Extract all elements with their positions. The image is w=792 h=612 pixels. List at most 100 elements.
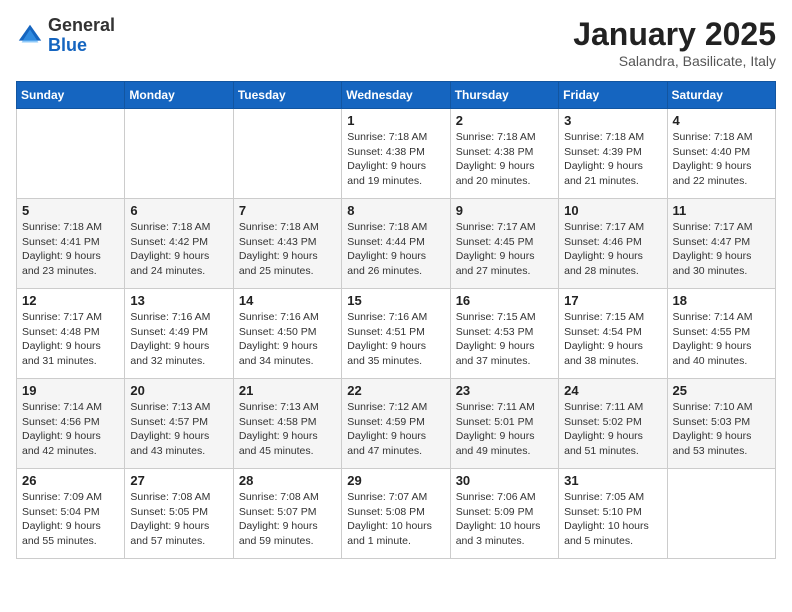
day-number: 15 — [347, 293, 444, 308]
day-info: Sunrise: 7:16 AM Sunset: 4:50 PM Dayligh… — [239, 310, 336, 369]
day-number: 27 — [130, 473, 227, 488]
calendar-cell: 10 Sunrise: 7:17 AM Sunset: 4:46 PM Dayli… — [559, 199, 667, 289]
calendar-cell: 6 Sunrise: 7:18 AM Sunset: 4:42 PM Daylig… — [125, 199, 233, 289]
day-info: Sunrise: 7:17 AM Sunset: 4:45 PM Dayligh… — [456, 220, 553, 279]
day-info: Sunrise: 7:18 AM Sunset: 4:40 PM Dayligh… — [673, 130, 770, 189]
calendar-cell: 30Sunrise: 7:06 AM Sunset: 5:09 PM Dayli… — [450, 469, 558, 559]
day-info: Sunrise: 7:14 AM Sunset: 4:55 PM Dayligh… — [673, 310, 770, 369]
day-of-week-header: Wednesday — [342, 82, 450, 109]
day-of-week-header: Saturday — [667, 82, 775, 109]
day-info: Sunrise: 7:09 AM Sunset: 5:04 PM Dayligh… — [22, 490, 119, 549]
calendar-table: SundayMondayTuesdayWednesdayThursdayFrid… — [16, 81, 776, 559]
day-info: Sunrise: 7:16 AM Sunset: 4:51 PM Dayligh… — [347, 310, 444, 369]
day-number: 10 — [564, 203, 661, 218]
day-number: 21 — [239, 383, 336, 398]
calendar-cell: 15 Sunrise: 7:16 AM Sunset: 4:51 PM Dayli… — [342, 289, 450, 379]
day-info: Sunrise: 7:07 AM Sunset: 5:08 PM Dayligh… — [347, 490, 444, 549]
day-number: 23 — [456, 383, 553, 398]
day-info: Sunrise: 7:11 AM Sunset: 5:01 PM Dayligh… — [456, 400, 553, 459]
calendar-cell: 25 Sunrise: 7:10 AM Sunset: 5:03 PM Dayli… — [667, 379, 775, 469]
day-number: 13 — [130, 293, 227, 308]
day-info: Sunrise: 7:08 AM Sunset: 5:07 PM Dayligh… — [239, 490, 336, 549]
day-info: Sunrise: 7:13 AM Sunset: 4:57 PM Dayligh… — [130, 400, 227, 459]
day-info: Sunrise: 7:08 AM Sunset: 5:05 PM Dayligh… — [130, 490, 227, 549]
day-number: 29 — [347, 473, 444, 488]
calendar-cell: 9 Sunrise: 7:17 AM Sunset: 4:45 PM Daylig… — [450, 199, 558, 289]
calendar-cell: 22Sunrise: 7:12 AM Sunset: 4:59 PM Dayli… — [342, 379, 450, 469]
day-number: 17 — [564, 293, 661, 308]
day-info: Sunrise: 7:18 AM Sunset: 4:41 PM Dayligh… — [22, 220, 119, 279]
calendar-body: 1 Sunrise: 7:18 AM Sunset: 4:38 PM Daylig… — [17, 109, 776, 559]
calendar-cell: 28 Sunrise: 7:08 AM Sunset: 5:07 PM Dayli… — [233, 469, 341, 559]
calendar-cell — [17, 109, 125, 199]
page-header: General Blue January 2025 Salandra, Basi… — [16, 16, 776, 69]
location-subtitle: Salandra, Basilicate, Italy — [573, 53, 776, 69]
day-info: Sunrise: 7:13 AM Sunset: 4:58 PM Dayligh… — [239, 400, 336, 459]
calendar-cell: 4Sunrise: 7:18 AM Sunset: 4:40 PM Daylig… — [667, 109, 775, 199]
day-number: 18 — [673, 293, 770, 308]
day-number: 25 — [673, 383, 770, 398]
calendar-week-row: 19 Sunrise: 7:14 AM Sunset: 4:56 PM Dayli… — [17, 379, 776, 469]
day-number: 6 — [130, 203, 227, 218]
day-info: Sunrise: 7:17 AM Sunset: 4:47 PM Dayligh… — [673, 220, 770, 279]
day-info: Sunrise: 7:15 AM Sunset: 4:53 PM Dayligh… — [456, 310, 553, 369]
day-number: 5 — [22, 203, 119, 218]
day-info: Sunrise: 7:18 AM Sunset: 4:38 PM Dayligh… — [347, 130, 444, 189]
day-number: 9 — [456, 203, 553, 218]
calendar-week-row: 26 Sunrise: 7:09 AM Sunset: 5:04 PM Dayli… — [17, 469, 776, 559]
day-info: Sunrise: 7:06 AM Sunset: 5:09 PM Dayligh… — [456, 490, 553, 549]
day-info: Sunrise: 7:12 AM Sunset: 4:59 PM Dayligh… — [347, 400, 444, 459]
day-number: 8 — [347, 203, 444, 218]
logo-general: General — [48, 15, 115, 35]
day-number: 7 — [239, 203, 336, 218]
calendar-cell: 19 Sunrise: 7:14 AM Sunset: 4:56 PM Dayli… — [17, 379, 125, 469]
day-number: 28 — [239, 473, 336, 488]
day-of-week-header: Monday — [125, 82, 233, 109]
calendar-cell: 13 Sunrise: 7:16 AM Sunset: 4:49 PM Dayli… — [125, 289, 233, 379]
day-info: Sunrise: 7:15 AM Sunset: 4:54 PM Dayligh… — [564, 310, 661, 369]
calendar-cell: 8Sunrise: 7:18 AM Sunset: 4:44 PM Daylig… — [342, 199, 450, 289]
day-of-week-header: Friday — [559, 82, 667, 109]
month-title: January 2025 — [573, 16, 776, 53]
calendar-cell: 1 Sunrise: 7:18 AM Sunset: 4:38 PM Daylig… — [342, 109, 450, 199]
day-info: Sunrise: 7:11 AM Sunset: 5:02 PM Dayligh… — [564, 400, 661, 459]
day-info: Sunrise: 7:18 AM Sunset: 4:39 PM Dayligh… — [564, 130, 661, 189]
day-of-week-header: Tuesday — [233, 82, 341, 109]
calendar-cell: 11Sunrise: 7:17 AM Sunset: 4:47 PM Dayli… — [667, 199, 775, 289]
day-of-week-header: Sunday — [17, 82, 125, 109]
day-info: Sunrise: 7:17 AM Sunset: 4:46 PM Dayligh… — [564, 220, 661, 279]
calendar-cell — [233, 109, 341, 199]
days-of-week-row: SundayMondayTuesdayWednesdayThursdayFrid… — [17, 82, 776, 109]
day-info: Sunrise: 7:18 AM Sunset: 4:43 PM Dayligh… — [239, 220, 336, 279]
day-number: 24 — [564, 383, 661, 398]
calendar-week-row: 5 Sunrise: 7:18 AM Sunset: 4:41 PM Daylig… — [17, 199, 776, 289]
calendar-cell: 20Sunrise: 7:13 AM Sunset: 4:57 PM Dayli… — [125, 379, 233, 469]
day-number: 19 — [22, 383, 119, 398]
calendar-week-row: 1 Sunrise: 7:18 AM Sunset: 4:38 PM Daylig… — [17, 109, 776, 199]
calendar-cell: 24 Sunrise: 7:11 AM Sunset: 5:02 PM Dayli… — [559, 379, 667, 469]
day-of-week-header: Thursday — [450, 82, 558, 109]
day-number: 2 — [456, 113, 553, 128]
logo-blue: Blue — [48, 35, 87, 55]
day-number: 16 — [456, 293, 553, 308]
day-number: 14 — [239, 293, 336, 308]
calendar-cell: 12 Sunrise: 7:17 AM Sunset: 4:48 PM Dayli… — [17, 289, 125, 379]
day-info: Sunrise: 7:18 AM Sunset: 4:38 PM Dayligh… — [456, 130, 553, 189]
calendar-cell: 3 Sunrise: 7:18 AM Sunset: 4:39 PM Daylig… — [559, 109, 667, 199]
calendar-cell: 18 Sunrise: 7:14 AM Sunset: 4:55 PM Dayli… — [667, 289, 775, 379]
calendar-cell: 16 Sunrise: 7:15 AM Sunset: 4:53 PM Dayli… — [450, 289, 558, 379]
day-number: 12 — [22, 293, 119, 308]
day-info: Sunrise: 7:16 AM Sunset: 4:49 PM Dayligh… — [130, 310, 227, 369]
calendar-week-row: 12 Sunrise: 7:17 AM Sunset: 4:48 PM Dayli… — [17, 289, 776, 379]
day-info: Sunrise: 7:10 AM Sunset: 5:03 PM Dayligh… — [673, 400, 770, 459]
day-number: 3 — [564, 113, 661, 128]
day-number: 26 — [22, 473, 119, 488]
day-info: Sunrise: 7:18 AM Sunset: 4:42 PM Dayligh… — [130, 220, 227, 279]
day-info: Sunrise: 7:14 AM Sunset: 4:56 PM Dayligh… — [22, 400, 119, 459]
calendar-cell: 31Sunrise: 7:05 AM Sunset: 5:10 PM Dayli… — [559, 469, 667, 559]
calendar-cell: 23 Sunrise: 7:11 AM Sunset: 5:01 PM Dayli… — [450, 379, 558, 469]
day-number: 1 — [347, 113, 444, 128]
day-info: Sunrise: 7:17 AM Sunset: 4:48 PM Dayligh… — [22, 310, 119, 369]
calendar-cell: 26 Sunrise: 7:09 AM Sunset: 5:04 PM Dayli… — [17, 469, 125, 559]
calendar-cell: 17 Sunrise: 7:15 AM Sunset: 4:54 PM Dayli… — [559, 289, 667, 379]
